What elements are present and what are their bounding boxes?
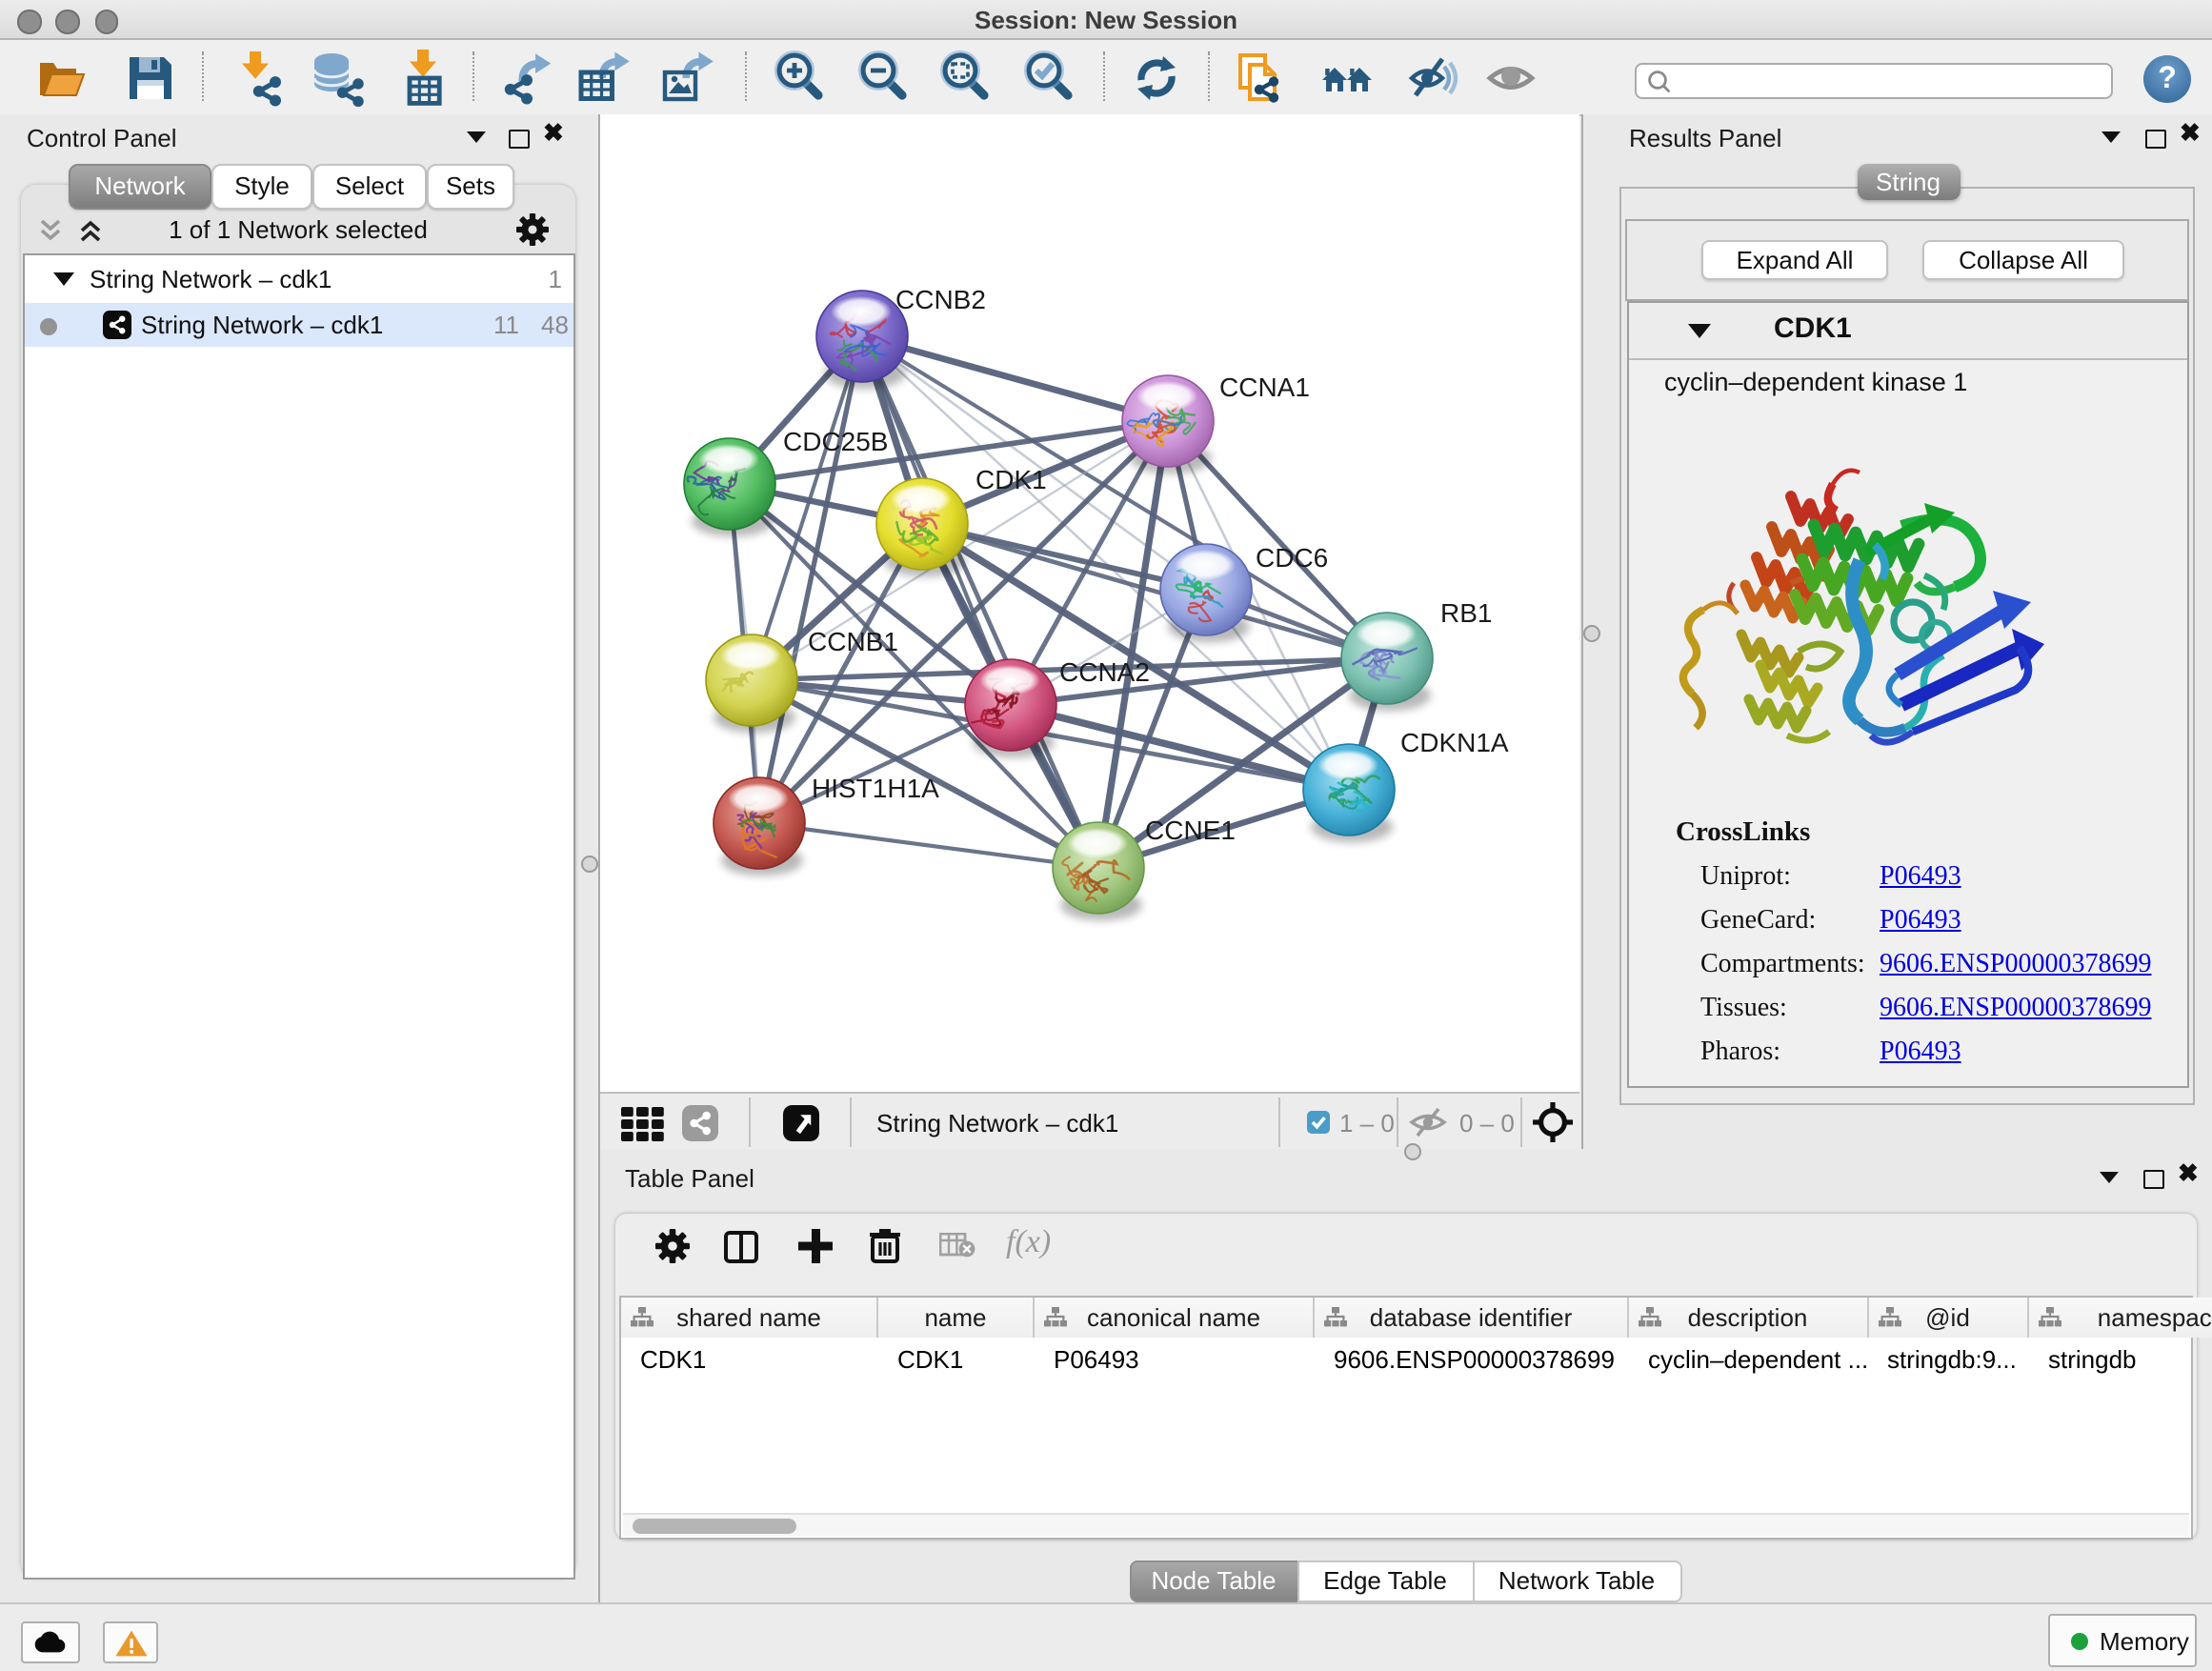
svg-text:CDC6: CDC6 (1256, 543, 1328, 573)
svg-text:CDC25B: CDC25B (783, 427, 888, 456)
svg-text:CDK1: CDK1 (975, 465, 1047, 494)
svg-text:CCNA2: CCNA2 (1059, 657, 1150, 687)
svg-text:HIST1H1A: HIST1H1A (812, 774, 939, 803)
svg-text:RB1: RB1 (1440, 598, 1492, 628)
svg-text:CCNB1: CCNB1 (808, 627, 898, 656)
svg-text:CDKN1A: CDKN1A (1400, 728, 1509, 757)
svg-text:CCNA1: CCNA1 (1219, 372, 1310, 402)
svg-text:CCNE1: CCNE1 (1145, 815, 1236, 845)
svg-text:CCNB2: CCNB2 (895, 285, 986, 314)
